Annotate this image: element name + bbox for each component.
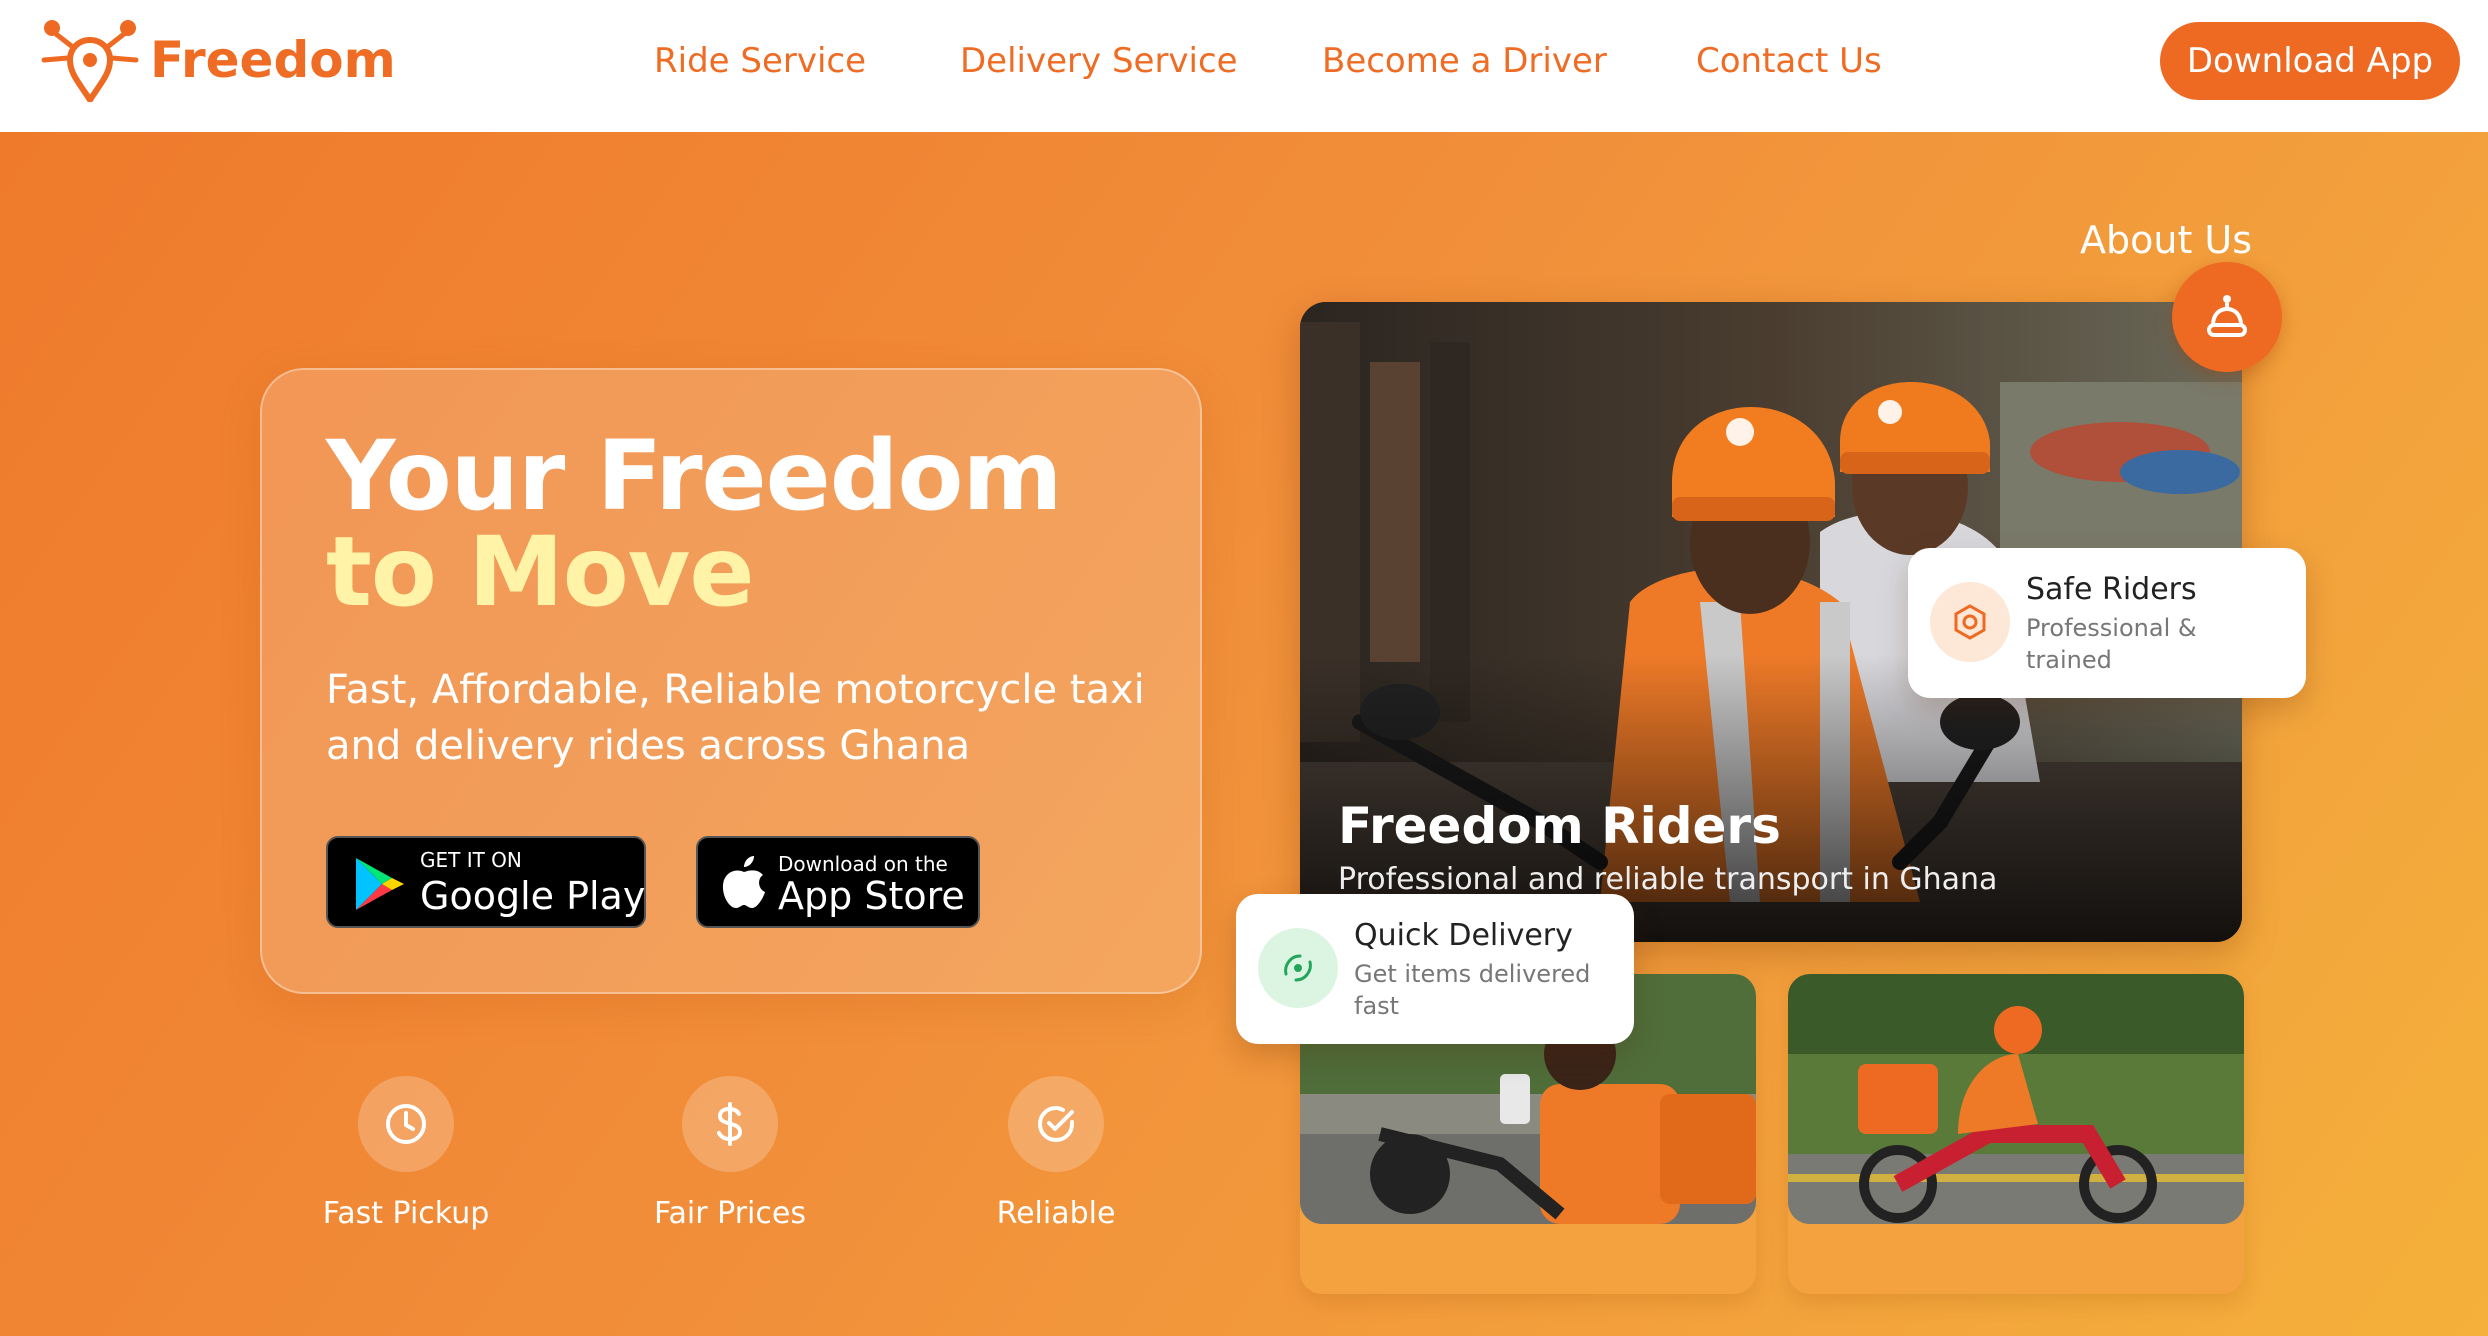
rider-helmet-icon[interactable]	[2172, 262, 2282, 372]
app-store-button[interactable]: Download on the App Store	[696, 836, 980, 928]
apple-icon	[716, 852, 776, 912]
hero-headline: Your Freedom to Move	[326, 420, 1062, 628]
quick-delivery-subtitle: Get items delivered fast	[1354, 960, 1591, 1020]
app-store-big-text: App Store	[778, 874, 965, 918]
feature-label: Fast Pickup	[322, 1196, 490, 1231]
site-header: Freedom Ride Service Delivery Service Be…	[0, 0, 2488, 132]
about-us-label[interactable]: About Us	[2080, 216, 2252, 264]
safe-riders-title: Safe Riders	[2026, 572, 2197, 607]
dollar-icon	[682, 1076, 778, 1172]
brand-name[interactable]: Freedom	[150, 28, 396, 92]
motorbike-delivery-tile	[1788, 974, 2244, 1294]
safe-riders-card: Safe Riders Professional & trained	[1908, 548, 2306, 698]
nav-ride-service[interactable]: Ride Service	[654, 38, 866, 84]
headline-line-2: to Move	[326, 516, 754, 628]
headline-line-1: Your Freedom	[326, 420, 1062, 532]
google-play-small-text: GET IT ON	[420, 848, 522, 872]
check-circle-icon	[1008, 1076, 1104, 1172]
feature-label: Fair Prices	[654, 1196, 806, 1231]
package-icon	[1258, 928, 1338, 1008]
safe-riders-subtitle: Professional & trained	[2026, 614, 2197, 674]
nav-contact-us[interactable]: Contact Us	[1696, 38, 1882, 84]
motorbike-delivery-photo	[1788, 974, 2244, 1224]
app-store-small-text: Download on the	[778, 852, 948, 876]
feature-fast-pickup: Fast Pickup	[306, 1076, 506, 1234]
hero-section: Your Freedom to Move Fast, Affordable, R…	[0, 132, 2488, 1336]
shield-icon	[1930, 582, 2010, 662]
quick-delivery-card: Quick Delivery Get items delivered fast	[1236, 894, 1634, 1044]
freedom-logo-icon[interactable]	[40, 18, 140, 106]
clock-icon	[358, 1076, 454, 1172]
download-app-button[interactable]: Download App	[2160, 22, 2460, 100]
photo-caption-title: Freedom Riders	[1338, 797, 1781, 855]
nav-delivery-service[interactable]: Delivery Service	[960, 38, 1238, 84]
feature-label: Reliable	[996, 1196, 1116, 1231]
hero-subtitle: Fast, Affordable, Reliable motorcycle ta…	[326, 667, 1145, 769]
nav-become-a-driver[interactable]: Become a Driver	[1322, 38, 1607, 84]
google-play-button[interactable]: GET IT ON Google Play	[326, 836, 646, 928]
google-play-big-text: Google Play	[420, 874, 646, 918]
google-play-icon	[348, 854, 408, 914]
feature-reliable: Reliable	[956, 1076, 1156, 1234]
feature-fair-prices: Fair Prices	[630, 1076, 830, 1234]
quick-delivery-title: Quick Delivery	[1354, 918, 1573, 953]
